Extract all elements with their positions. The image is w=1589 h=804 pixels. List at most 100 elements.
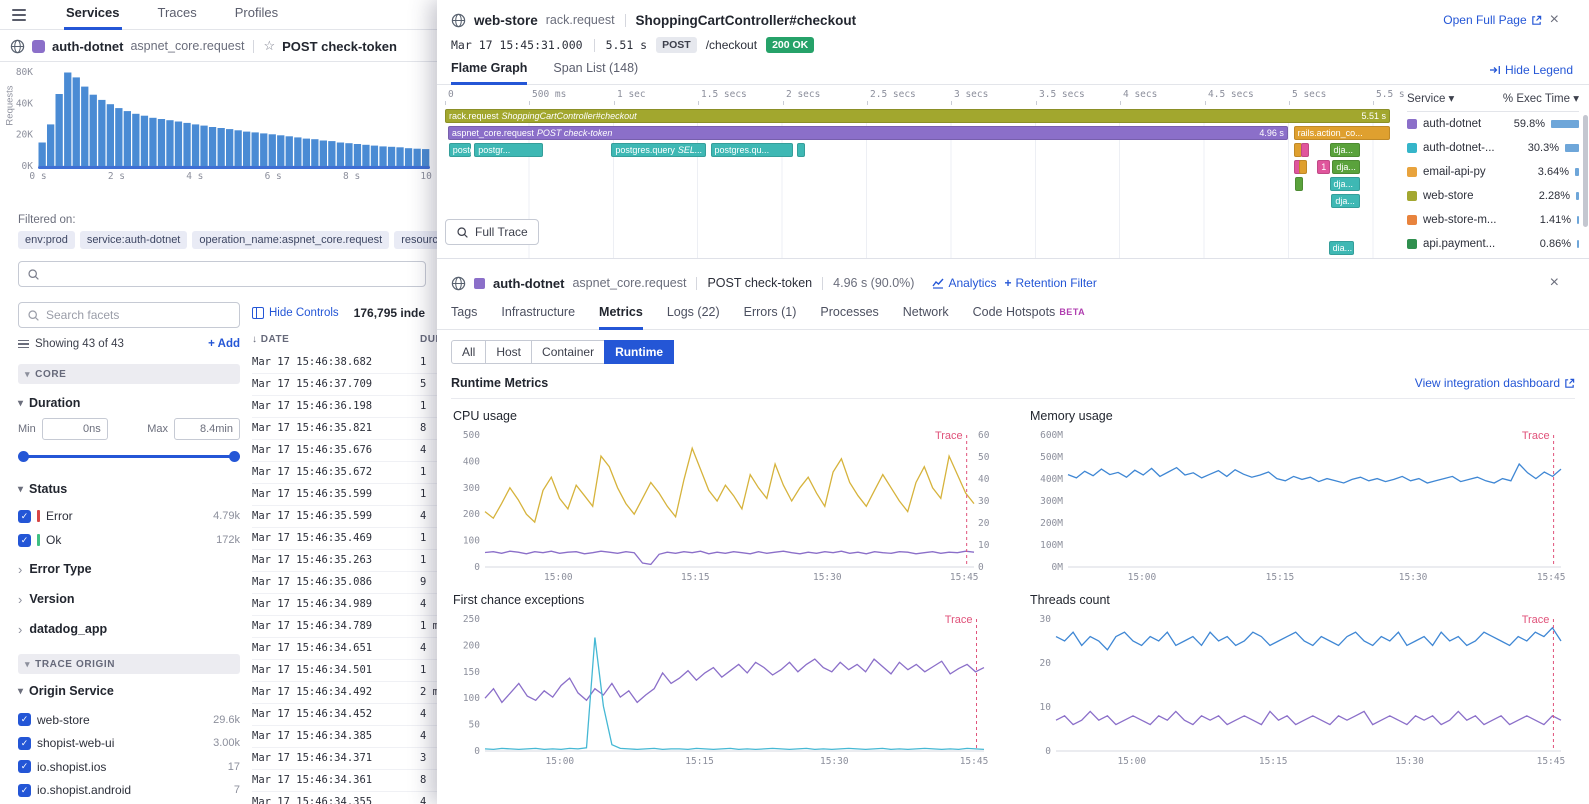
trace-row[interactable]: Mar 17 15:46:35.821 8 (252, 418, 438, 440)
trace-view-tab[interactable]: Span List (148) (553, 61, 638, 85)
checkbox-checked[interactable]: ✓ (18, 534, 31, 547)
facet-status[interactable]: ▾Status (18, 482, 67, 496)
facet-checkbox-row[interactable]: ✓ Error 4.79k (18, 504, 240, 528)
flame-span-small[interactable] (797, 143, 805, 157)
trace-row[interactable]: Mar 17 15:46:34.492 2 min (252, 682, 438, 704)
requests-histogram[interactable]: 80K40K20K0K0 s2 s4 s6 s8 s10 (8, 62, 436, 182)
metrics-filter-button[interactable]: Host (485, 340, 532, 364)
flame-graph[interactable]: rack.requestShoppingCartController#check… (445, 109, 1390, 261)
trace-row[interactable]: Mar 17 15:46:35.263 1 (252, 550, 438, 572)
trace-row[interactable]: Mar 17 15:46:34.371 3 (252, 748, 438, 770)
span-detail-tab[interactable]: Errors (1) (744, 305, 797, 330)
flame-span-small[interactable] (1295, 177, 1303, 191)
facet-duration[interactable]: ▾Duration (18, 396, 80, 410)
trace-row[interactable]: Mar 17 15:46:34.361 8 (252, 770, 438, 792)
flame-span-rails-action[interactable]: rails.action_co... (1294, 126, 1390, 140)
facet-origin-service[interactable]: ▾Origin Service (18, 684, 114, 698)
legend-row[interactable]: web-store 2.28% (1407, 184, 1579, 208)
trace-row[interactable]: Mar 17 15:46:35.599 4 (252, 506, 438, 528)
trace-row[interactable]: Mar 17 15:46:35.086 9 (252, 572, 438, 594)
legend-scrollbar[interactable] (1583, 115, 1588, 227)
flame-span-django[interactable]: dja... (1330, 143, 1360, 157)
legend-exec-time-sort[interactable]: % Exec Time ▾ (1503, 91, 1579, 105)
filter-pill[interactable]: operation_name:aspnet_core.request (192, 231, 389, 249)
filter-pill[interactable]: resourc (394, 231, 437, 249)
view-integration-dashboard-link[interactable]: View integration dashboard (1415, 376, 1575, 390)
trace-search-input[interactable] (18, 261, 426, 287)
trace-row[interactable]: Mar 17 15:46:35.672 1 (252, 462, 438, 484)
facet-group-core[interactable]: ▾CORE (18, 364, 240, 384)
span-detail-tab[interactable]: Logs (22) (667, 305, 720, 330)
trace-row[interactable]: Mar 17 15:46:37.709 5 (252, 374, 438, 396)
flame-span-django[interactable]: dja... (1332, 160, 1359, 174)
flame-span-dia[interactable]: dia... (1329, 241, 1355, 255)
nav-tab[interactable]: Services (64, 0, 122, 30)
trace-row[interactable]: Mar 17 15:46:35.469 1 (252, 528, 438, 550)
full-trace-button[interactable]: Full Trace (445, 219, 539, 245)
trace-row[interactable]: Mar 17 15:46:35.599 1 (252, 484, 438, 506)
slider-handle-min[interactable] (18, 451, 29, 462)
legend-row[interactable]: auth-dotnet 59.8% (1407, 112, 1579, 136)
legend-row[interactable]: api.payment... 0.86% (1407, 232, 1579, 256)
checkbox-checked[interactable]: ✓ (18, 760, 31, 773)
checkbox-checked[interactable]: ✓ (18, 713, 31, 726)
span-detail-tab[interactable]: Infrastructure (501, 305, 575, 330)
trace-row[interactable]: Mar 17 15:46:34.385 4 (252, 726, 438, 748)
analytics-link[interactable]: Analytics (932, 276, 996, 290)
span-detail-tab[interactable]: Processes (820, 305, 878, 330)
legend-row[interactable]: auth-dotnet-... 30.3% (1407, 136, 1579, 160)
checkbox-checked[interactable]: ✓ (18, 510, 31, 523)
collapsed-facet[interactable]: ›Error Type (18, 554, 240, 584)
legend-service-sort[interactable]: Service ▾ (1407, 91, 1454, 105)
facet-checkbox-row[interactable]: ✓ io.shopist.android 7 (18, 779, 240, 803)
add-facet-button[interactable]: + Add (208, 338, 240, 350)
span-detail-tab[interactable]: Metrics (599, 305, 643, 330)
collapsed-facet[interactable]: ›Version (18, 584, 240, 614)
filter-pill[interactable]: service:auth-dotnet (80, 231, 188, 249)
facet-search-input[interactable]: Search facets (18, 302, 240, 328)
facet-list-icon[interactable] (18, 340, 29, 349)
filter-pill[interactable]: env:prod (18, 231, 75, 249)
flame-span-count-badge[interactable]: 1 (1317, 160, 1330, 174)
service-name[interactable]: auth-dotnet (52, 39, 123, 54)
close-span-panel-button[interactable]: × (1550, 276, 1559, 290)
flame-span-small[interactable] (1301, 143, 1309, 157)
trace-row[interactable]: Mar 17 15:46:34.789 1 min (252, 616, 438, 638)
metrics-filter-button[interactable]: Runtime (604, 340, 674, 364)
column-duration[interactable]: DURA (420, 334, 438, 345)
span-detail-tab[interactable]: Tags (451, 305, 477, 330)
legend-row[interactable]: email-api-py 3.64% (1407, 160, 1579, 184)
facet-checkbox-row[interactable]: ✓ Ok 172k (18, 528, 240, 552)
trace-row[interactable]: Mar 17 15:46:36.198 1 (252, 396, 438, 418)
flame-span-postgres[interactable]: postgr... (474, 143, 543, 157)
close-trace-panel-button[interactable]: × (1550, 13, 1559, 27)
flame-span-postgres-query[interactable]: postgres.querySEL... (611, 143, 706, 157)
facet-group-trace-origin[interactable]: ▾TRACE ORIGIN (18, 654, 240, 674)
nav-tab[interactable]: Profiles (233, 0, 280, 30)
facet-checkbox-row[interactable]: ✓ io.shopist.ios 17 (18, 755, 240, 779)
column-date[interactable]: DATE (261, 334, 289, 345)
metrics-filter-button[interactable]: Container (531, 340, 605, 364)
first-chance-exceptions-chart[interactable]: 25020015010050015:0015:1515:3015:45Trace (451, 609, 998, 767)
duration-max-input[interactable]: 8.4min (174, 418, 240, 440)
trace-row[interactable]: Mar 17 15:46:34.651 4 (252, 638, 438, 660)
trace-row[interactable]: Mar 17 15:46:38.682 1 (252, 352, 438, 374)
flame-span-aspnet-core-request[interactable]: aspnet_core.requestPOST check-token4.96 … (448, 126, 1288, 140)
legend-row[interactable]: web-store-m... 1.41% (1407, 208, 1579, 232)
collapsed-facet[interactable]: ›datadog_app (18, 614, 240, 644)
flame-span-rack-request[interactable]: rack.requestShoppingCartController#check… (445, 109, 1390, 123)
memory-usage-chart[interactable]: 600M500M400M300M200M100M0M15:0015:1515:3… (1028, 425, 1575, 583)
histogram-range-slider[interactable] (38, 166, 430, 169)
hide-legend-link[interactable]: Hide Legend (1489, 63, 1573, 84)
sort-desc-icon[interactable]: ↓ (252, 334, 258, 345)
trace-service-name[interactable]: web-store (474, 13, 538, 28)
metrics-filter-button[interactable]: All (451, 340, 486, 364)
span-service-name[interactable]: auth-dotnet (493, 276, 564, 291)
span-detail-tab[interactable]: Code HotspotsBETA (973, 305, 1086, 330)
flame-span-postgres[interactable]: postg... (449, 143, 471, 157)
star-icon[interactable]: ☆ (263, 38, 275, 54)
flame-span-small[interactable] (1299, 160, 1307, 174)
hide-controls-button[interactable]: Hide Controls (269, 307, 339, 319)
duration-min-input[interactable]: 0ns (42, 418, 108, 440)
checkbox-checked[interactable]: ✓ (18, 784, 31, 797)
